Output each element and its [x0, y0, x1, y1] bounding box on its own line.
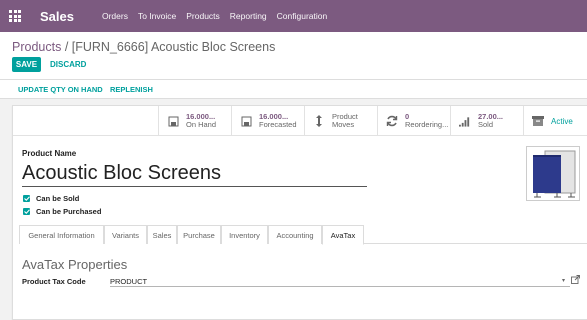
product-tax-code-label: Product Tax Code — [22, 277, 86, 286]
tab-variants[interactable]: Variants — [104, 225, 147, 244]
active-toggle-button[interactable]: Active — [523, 106, 587, 136]
action-bar: UPDATE QTY ON HAND REPLENISH — [0, 80, 587, 99]
archive-icon — [532, 115, 544, 127]
tab-general-information[interactable]: General Information — [19, 225, 104, 244]
refresh-icon — [386, 115, 398, 127]
can-be-purchased-label: Can be Purchased — [36, 207, 102, 216]
product-tax-code-input[interactable]: PRODUCT — [110, 275, 570, 287]
menu-to-invoice[interactable]: To Invoice — [138, 11, 176, 21]
tab-sales[interactable]: Sales — [147, 225, 177, 244]
control-panel: Products / [FURN_6666] Acoustic Bloc Scr… — [0, 32, 587, 80]
product-name-label: Product Name — [22, 149, 77, 158]
menu-reporting[interactable]: Reporting — [230, 11, 267, 21]
acoustic-screen-image — [533, 150, 576, 198]
breadcrumb: Products / [FURN_6666] Acoustic Bloc Scr… — [12, 40, 275, 54]
tab-accounting[interactable]: Accounting — [268, 225, 322, 244]
can-be-purchased-checkbox[interactable] — [23, 208, 30, 215]
form-sheet: 16.000... On Hand 16.000... Forecasted Pro… — [12, 105, 587, 320]
check-icon — [23, 209, 30, 214]
tab-inventory[interactable]: Inventory — [221, 225, 268, 244]
menu-products[interactable]: Products — [186, 11, 220, 21]
can-be-sold-row: Can be Sold — [23, 194, 79, 203]
can-be-sold-label: Can be Sold — [36, 194, 80, 203]
tab-avatax[interactable]: AvaTax — [322, 225, 364, 245]
menu-orders[interactable]: Orders — [102, 11, 128, 21]
product-name-input[interactable]: Acoustic Bloc Screens — [22, 161, 367, 187]
reordering-rules-button[interactable]: 0 Reordering... — [377, 106, 450, 136]
up-down-arrows-icon — [313, 115, 325, 127]
bar-chart-icon — [459, 115, 471, 127]
update-qty-on-hand-button[interactable]: UPDATE QTY ON HAND — [18, 85, 103, 94]
product-moves-button[interactable]: Product Moves — [304, 106, 377, 136]
top-navbar: Sales Orders To Invoice Products Reporti… — [0, 0, 587, 32]
building-icon — [167, 115, 179, 127]
sold-label: Sold — [478, 120, 494, 129]
can-be-sold-checkbox[interactable] — [23, 195, 30, 202]
reordering-label: Reordering... — [405, 120, 449, 129]
product-tax-code-value: PRODUCT — [110, 277, 148, 286]
tab-purchase[interactable]: Purchase — [177, 225, 221, 244]
replenish-button[interactable]: REPLENISH — [110, 85, 153, 94]
save-button[interactable]: SAVE — [12, 57, 41, 72]
menu-configuration[interactable]: Configuration — [277, 11, 328, 21]
smart-button-box: 16.000... On Hand 16.000... Forecasted Pro… — [13, 106, 587, 136]
forecasted-label: Forecasted — [259, 120, 297, 129]
active-label: Active — [551, 116, 573, 126]
can-be-purchased-row: Can be Purchased — [23, 207, 101, 216]
product-moves-line2: Moves — [332, 120, 355, 129]
forecasted-button[interactable]: 16.000... Forecasted — [231, 106, 304, 136]
on-hand-label: On Hand — [186, 120, 217, 129]
sold-button[interactable]: 27.00... Sold — [450, 106, 523, 136]
product-tax-code-row: Product Tax Code PRODUCT ▾ — [22, 275, 586, 287]
product-image[interactable] — [526, 146, 580, 201]
app-menu-button[interactable] — [0, 0, 30, 32]
app-name[interactable]: Sales — [40, 9, 74, 24]
check-icon — [23, 196, 30, 201]
discard-button[interactable]: DISCARD — [50, 57, 86, 72]
breadcrumb-separator: / — [61, 40, 72, 54]
apps-grid-icon — [9, 10, 21, 22]
breadcrumb-products-link[interactable]: Products — [12, 40, 61, 54]
notebook-tabs: General Information Variants Sales Purch… — [19, 225, 587, 245]
building-icon — [240, 115, 252, 127]
external-link-icon[interactable] — [571, 275, 581, 285]
dropdown-caret-icon[interactable]: ▾ — [562, 277, 565, 284]
breadcrumb-current: [FURN_6666] Acoustic Bloc Screens — [71, 40, 276, 54]
avatax-section-title: AvaTax Properties — [22, 257, 128, 272]
on-hand-button[interactable]: 16.000... On Hand — [158, 106, 231, 136]
